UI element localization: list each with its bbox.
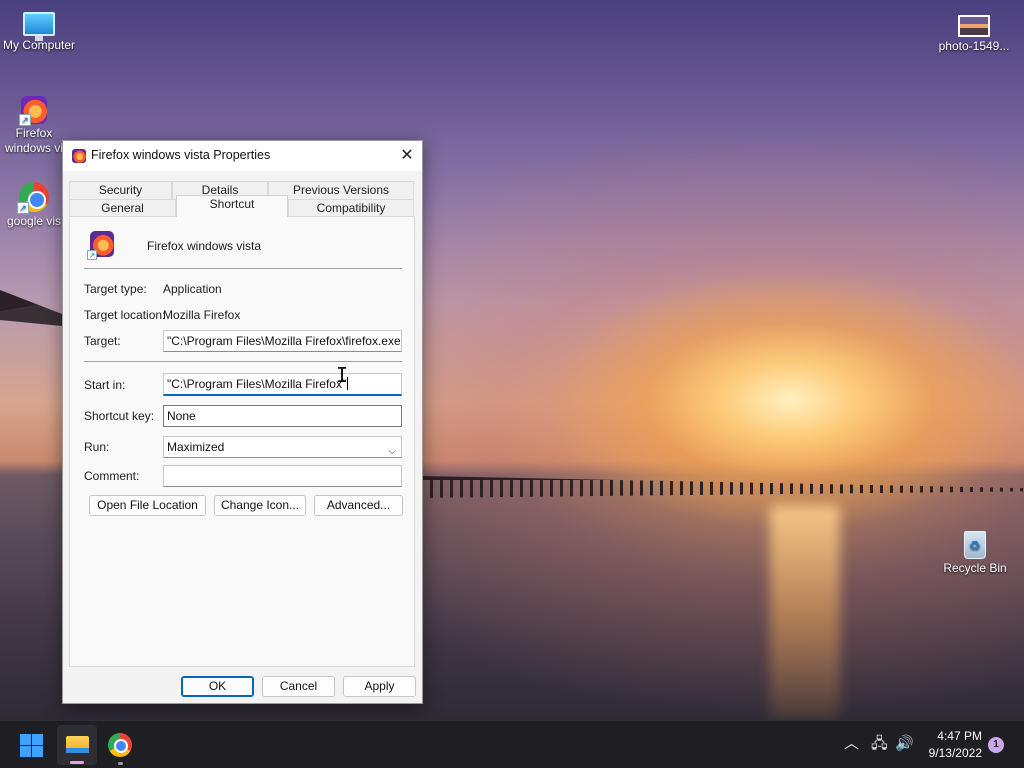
target-location-value: Mozilla Firefox xyxy=(163,308,241,322)
sun-reflection xyxy=(770,505,840,720)
volume-icon[interactable]: 🔊 xyxy=(895,735,914,753)
shortcut-key-input[interactable]: None xyxy=(163,405,402,427)
chevron-up-icon[interactable]: ︿ xyxy=(844,735,859,753)
desktop-icon-label: Firefox windows vi xyxy=(4,126,64,155)
firefox-icon: ↗ xyxy=(19,96,47,126)
firefox-icon: ↗ xyxy=(87,231,114,260)
shortcut-tab-panel: ↗ Firefox windows vista Target type: App… xyxy=(69,216,415,667)
desktop-icon-google[interactable]: ↗ google vis xyxy=(1,182,67,229)
ok-button[interactable]: OK xyxy=(181,676,254,697)
target-label: Target: xyxy=(84,334,121,348)
target-type-label: Target type: xyxy=(84,282,147,296)
target-type-value: Application xyxy=(163,282,222,296)
target-input[interactable]: "C:\Program Files\Mozilla Firefox\firefo… xyxy=(163,330,402,352)
desktop-icon-my-computer[interactable]: My Computer xyxy=(1,8,77,53)
tab-shortcut[interactable]: Shortcut xyxy=(176,195,288,217)
notification-badge[interactable]: 1 xyxy=(988,737,1004,753)
desktop-icon-label: google vis xyxy=(6,214,62,228)
shortcut-arrow-icon: ↗ xyxy=(87,250,97,260)
comment-label: Comment: xyxy=(84,469,140,483)
properties-dialog: Firefox windows vista Properties ✕ Secur… xyxy=(62,140,423,704)
target-location-label: Target location: xyxy=(84,308,166,322)
close-icon: ✕ xyxy=(400,147,414,164)
tab-strip: Security Details Previous Versions Gener… xyxy=(69,177,414,217)
shortcut-key-label: Shortcut key: xyxy=(84,409,155,423)
start-in-input[interactable]: "C:\Program Files\Mozilla Firefox" xyxy=(163,373,402,396)
desktop-icon-firefox[interactable]: ↗ Firefox windows vi xyxy=(1,96,67,156)
start-in-label: Start in: xyxy=(84,378,126,392)
open-file-location-button[interactable]: Open File Location xyxy=(89,495,206,516)
taskbar: ︿ 🖧 🔊 4:47 PM 9/13/2022 1 xyxy=(0,720,1024,768)
tab-general[interactable]: General xyxy=(69,199,176,217)
taskbar-chrome[interactable] xyxy=(108,733,132,765)
run-label: Run: xyxy=(84,440,110,454)
recycle-bin-icon xyxy=(964,531,986,559)
monitor-icon xyxy=(23,12,55,41)
chrome-icon: ↗ xyxy=(17,182,49,214)
active-indicator xyxy=(70,761,84,764)
comment-input[interactable] xyxy=(163,465,402,487)
close-button[interactable]: ✕ xyxy=(392,141,422,171)
tab-previous-versions[interactable]: Previous Versions xyxy=(268,181,414,199)
shortcut-arrow-icon: ↗ xyxy=(17,202,29,214)
start-in-value: "C:\Program Files\Mozilla Firefox" xyxy=(167,377,347,391)
run-select[interactable]: Maximized ⌵ xyxy=(163,436,402,458)
desktop-icon-label: Recycle Bin xyxy=(943,561,1007,575)
folder-icon xyxy=(66,736,89,753)
desktop-icon-label: photo-1549... xyxy=(938,39,1010,53)
separator xyxy=(84,361,402,362)
taskbar-file-explorer[interactable] xyxy=(57,725,97,765)
shortcut-name: Firefox windows vista xyxy=(147,239,262,253)
clock-time[interactable]: 4:47 PM xyxy=(924,729,982,743)
text-cursor-icon: I xyxy=(336,363,349,387)
desktop-icon-recycle-bin[interactable]: Recycle Bin xyxy=(937,528,1013,576)
tab-security[interactable]: Security xyxy=(69,181,172,199)
desktop-icon-photo[interactable]: photo-1549... xyxy=(934,10,1014,54)
cancel-button[interactable]: Cancel xyxy=(262,676,335,697)
advanced-button[interactable]: Advanced... xyxy=(314,495,403,516)
chevron-down-icon: ⌵ xyxy=(388,446,396,457)
firefox-icon xyxy=(72,149,86,163)
apply-button[interactable]: Apply xyxy=(343,676,416,697)
network-icon[interactable]: 🖧 xyxy=(871,735,888,753)
tab-compatibility[interactable]: Compatibility xyxy=(288,199,414,217)
dialog-title: Firefox windows vista Properties xyxy=(91,148,271,162)
separator xyxy=(84,268,402,269)
clock-date[interactable]: 9/13/2022 xyxy=(914,746,982,760)
change-icon-button[interactable]: Change Icon... xyxy=(214,495,306,516)
dialog-titlebar[interactable]: Firefox windows vista Properties ✕ xyxy=(63,141,422,171)
shortcut-arrow-icon: ↗ xyxy=(19,114,31,126)
run-selected-value: Maximized xyxy=(167,440,225,454)
start-button[interactable] xyxy=(20,734,43,757)
running-indicator xyxy=(118,762,123,765)
image-file-icon xyxy=(958,15,990,37)
